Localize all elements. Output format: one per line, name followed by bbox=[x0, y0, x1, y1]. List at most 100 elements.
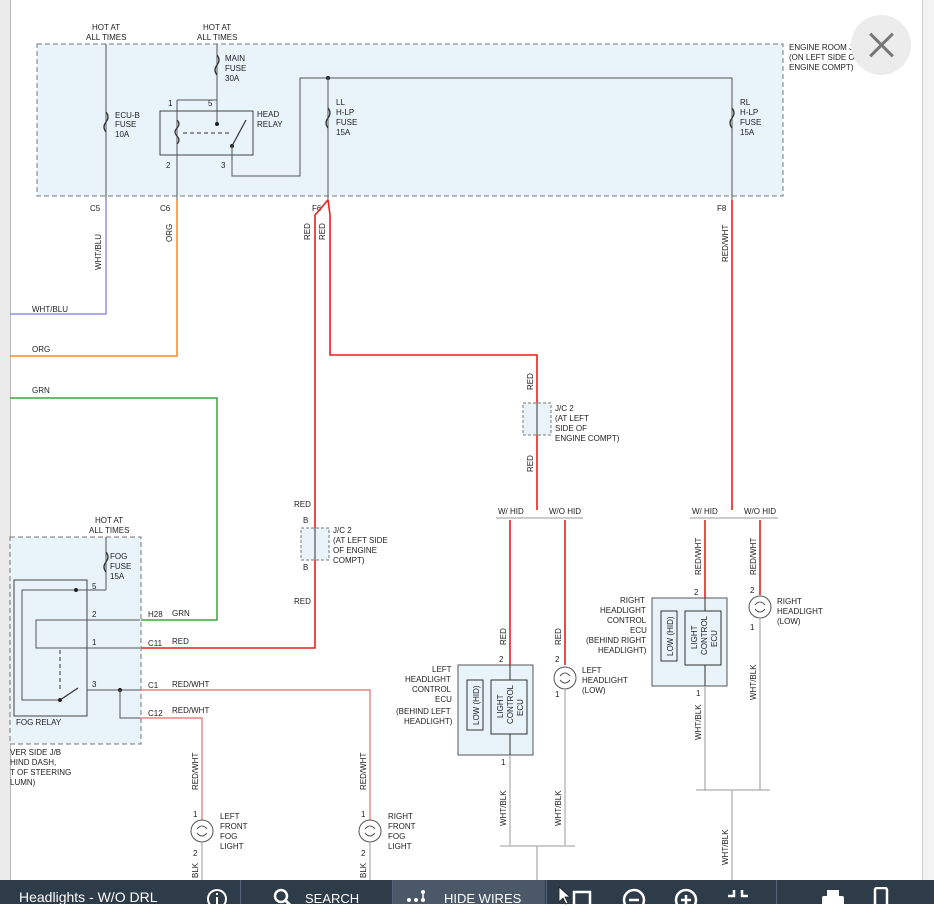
rl-fuse-label: RL bbox=[740, 98, 751, 107]
connector-label: C12 bbox=[148, 709, 163, 718]
driver-jb-label: VER SIDE J/B bbox=[10, 748, 61, 757]
wire-label: ORG bbox=[165, 224, 174, 242]
select-button[interactable] bbox=[556, 880, 600, 906]
wiring-diagram: ENGINE ROOM J/B (ON LEFT SIDE OF ENGINE … bbox=[9, 23, 861, 880]
pin-label: 1 bbox=[92, 638, 97, 647]
hot-label: HOT AT bbox=[92, 23, 120, 32]
wire-label: RED/WHT bbox=[749, 538, 758, 575]
close-button[interactable] bbox=[851, 15, 911, 75]
pin-label: B bbox=[303, 516, 308, 525]
wire-label: ORG bbox=[32, 345, 50, 354]
rh-ecu-label: CONTROL bbox=[607, 616, 647, 625]
print-button[interactable] bbox=[820, 880, 848, 908]
connector-label: C11 bbox=[148, 639, 163, 648]
connector-label: C1 bbox=[148, 681, 159, 690]
pin-label: 1 bbox=[361, 810, 366, 819]
ecu-inner-label: CONTROL bbox=[506, 684, 515, 724]
lff-label: LIGHT bbox=[220, 842, 244, 851]
wire-label: GRN bbox=[172, 609, 190, 618]
red-wire-fog bbox=[140, 199, 329, 649]
wire-label: RED/WHT bbox=[694, 538, 703, 575]
ecu-inner-label: LIGHT bbox=[690, 625, 699, 649]
zoom-out-button[interactable] bbox=[622, 880, 648, 908]
driver-jb-label: LUMN) bbox=[10, 778, 36, 787]
wire-label: BLK bbox=[359, 862, 368, 878]
mobile-icon bbox=[873, 887, 889, 907]
ecub-fuse-label: ECU-B bbox=[115, 111, 140, 120]
wire-label: RED bbox=[303, 223, 312, 240]
pin-label: 2 bbox=[694, 588, 699, 597]
head-relay-label: RELAY bbox=[257, 120, 283, 129]
jc2-label: COMPT) bbox=[333, 556, 365, 565]
engine-room-label: ENGINE ROOM J/B bbox=[789, 43, 861, 52]
pointer-icon bbox=[558, 886, 592, 906]
lh-ecu-label: ECU bbox=[435, 695, 452, 704]
info-icon bbox=[207, 889, 227, 909]
hot-label: ALL TIMES bbox=[89, 526, 129, 535]
ecub-fuse-label: 10A bbox=[115, 130, 130, 139]
search-icon bbox=[273, 888, 292, 907]
jc2-label: OF ENGINE bbox=[333, 546, 377, 555]
relay-contact bbox=[74, 588, 78, 592]
driver-jb-label: T OF STEERING bbox=[10, 768, 71, 777]
rl-fuse-label: 15A bbox=[740, 128, 755, 137]
pin-label: 3 bbox=[221, 161, 226, 170]
wire-label: WHT/BLU bbox=[94, 234, 103, 270]
branch-label: W/ HID bbox=[692, 507, 718, 516]
wire-label: WHT/BLK bbox=[694, 704, 703, 740]
zoom-in-icon bbox=[674, 888, 698, 908]
rl-fuse-label: H-LP bbox=[740, 108, 758, 117]
jc2-label: J/C 2 bbox=[333, 526, 352, 535]
wire-label: WHT/BLK bbox=[499, 790, 508, 826]
rff-label: LIGHT bbox=[388, 842, 412, 851]
ecu-inner-label: CONTROL bbox=[700, 615, 709, 655]
engine-room-label: (ON LEFT SIDE OF bbox=[789, 53, 860, 62]
pin-label: 2 bbox=[750, 586, 755, 595]
pin-label: 1 bbox=[501, 758, 506, 767]
ecu-inner-label: LIGHT bbox=[496, 694, 505, 718]
lff-label: FRONT bbox=[220, 822, 248, 831]
driver-jb-label: HIND DASH, bbox=[10, 758, 56, 767]
lff-label: LEFT bbox=[220, 812, 240, 821]
lh-low-label: LEFT bbox=[582, 666, 602, 675]
pin-label: 2 bbox=[555, 655, 560, 664]
lh-ecu-label: (BEHIND LEFT bbox=[396, 707, 451, 716]
zoom-in-button[interactable] bbox=[674, 880, 700, 908]
lff-bulb-icon bbox=[190, 819, 214, 843]
pin-label: 2 bbox=[193, 849, 198, 858]
pin-label: 1 bbox=[193, 810, 198, 819]
ll-fuse-label: LL bbox=[336, 98, 345, 107]
rh-ecu-label: HEADLIGHT) bbox=[598, 646, 647, 655]
main-fuse-label: MAIN bbox=[225, 54, 245, 63]
hide-wires-button[interactable]: HIDE WIRES bbox=[393, 880, 545, 906]
lh-ecu-label: HEADLIGHT bbox=[405, 675, 451, 684]
lh-low-label: HEADLIGHT bbox=[582, 676, 628, 685]
fog-fuse-label: FUSE bbox=[110, 562, 131, 571]
pin-label: 2 bbox=[361, 849, 366, 858]
info-button[interactable] bbox=[206, 880, 230, 909]
jc2-label: (AT LEFT bbox=[555, 414, 589, 423]
hot-label: ALL TIMES bbox=[197, 33, 237, 42]
lh-ecu-label: LEFT bbox=[432, 665, 452, 674]
pin-label: 2 bbox=[499, 655, 504, 664]
wire-label: RED/WHT bbox=[191, 753, 200, 790]
mobile-button[interactable] bbox=[872, 880, 892, 907]
lh-ecu-label: HEADLIGHT) bbox=[404, 717, 453, 726]
wire-label: BLK bbox=[191, 862, 200, 878]
wire-label: RED/WHT bbox=[172, 706, 209, 715]
rff-label: FRONT bbox=[388, 822, 416, 831]
search-button[interactable]: SEARCH bbox=[272, 880, 372, 907]
fit-screen-button[interactable] bbox=[726, 880, 752, 904]
engine-room-label: ENGINE COMPT) bbox=[789, 63, 854, 72]
diagram-title: Headlights - W/O DRL bbox=[19, 889, 158, 905]
jc2-label: ENGINE COMPT) bbox=[555, 434, 620, 443]
connector-label: C5 bbox=[90, 204, 101, 213]
toolbar-separator bbox=[776, 880, 777, 904]
rh-low-bulb-icon bbox=[748, 595, 772, 619]
wire-label: RED bbox=[526, 373, 535, 390]
connector-label: H28 bbox=[148, 610, 163, 619]
lh-ecu-label: CONTROL bbox=[412, 685, 452, 694]
pin-label: 1 bbox=[696, 689, 701, 698]
ll-fuse-label: H-LP bbox=[336, 108, 354, 117]
rh-ecu-label: HEADLIGHT bbox=[600, 606, 646, 615]
